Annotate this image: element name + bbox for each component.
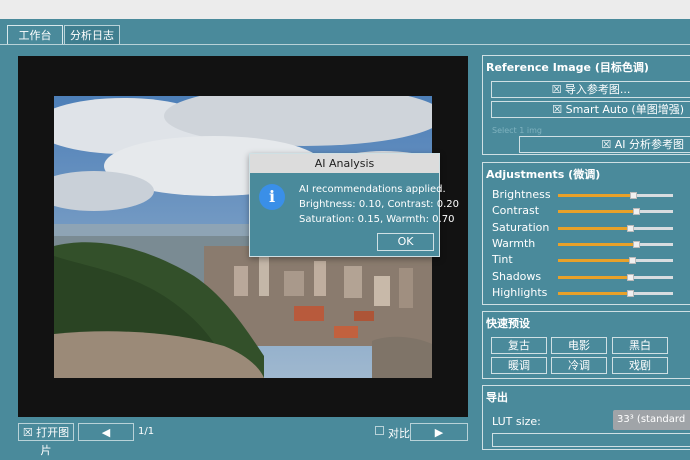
compare-label: 对比 [388, 427, 410, 440]
slider-label-brightness: Brightness [492, 188, 551, 201]
presets-section: 快速预设 复古 电影 黑白 暖调 冷调 戏剧 [482, 311, 690, 379]
slider-remaining-tint [631, 259, 673, 263]
slider-label-tint: Tint [492, 253, 513, 267]
compare-checkbox[interactable] [375, 426, 384, 435]
dialog-line-3: Saturation: 0.15, Warmth: 0.70 [299, 214, 455, 225]
export-section: 导出 LUT size: 33³ (standard [482, 385, 690, 450]
preset-cool-button[interactable]: 冷调 [551, 357, 607, 374]
preset-warm-button[interactable]: 暖调 [491, 357, 547, 374]
window-top-strip [0, 0, 690, 19]
slider-remaining-shadows [630, 275, 673, 279]
smart-auto-button[interactable]: ☒ Smart Auto (单图增强) [491, 101, 690, 118]
slider-remaining-saturation [630, 226, 673, 230]
adjustments-section: Adjustments (微调) Brightness Contrast Satur… [482, 162, 690, 305]
slider-handle-highlights[interactable] [627, 289, 635, 297]
info-icon: i [259, 184, 285, 210]
tab-divider [0, 44, 690, 45]
reference-title: Reference Image (目标色调) [486, 61, 649, 74]
preset-cinematic-button[interactable]: 电影 [551, 337, 607, 354]
dialog-title: AI Analysis [250, 154, 439, 173]
dialog-line-2: Brightness: 0.10, Contrast: 0.20 [299, 199, 459, 210]
next-button[interactable]: ▶ [410, 423, 468, 441]
tab-workbench[interactable]: 工作台 [7, 25, 63, 44]
reference-section: Reference Image (目标色调) ☒ 导入参考图... ☒ Smar… [482, 55, 690, 155]
export-field[interactable] [492, 433, 690, 447]
slider-label-highlights: Highlights [492, 285, 548, 299]
slider-remaining-highlights [630, 291, 673, 295]
tab-analysis-log[interactable]: 分析日志 [64, 25, 120, 44]
slider-label-saturation: Saturation [492, 220, 550, 234]
dialog-line-1: AI recommendations applied. [299, 184, 446, 195]
ai-analyze-reference-button[interactable]: ☒ AI 分析参考图 [519, 136, 690, 153]
adjustments-title: Adjustments (微调) [486, 168, 601, 181]
slider-remaining-brightness [632, 194, 673, 197]
slider-handle-contrast[interactable] [633, 208, 641, 216]
preset-dramatic-button[interactable]: 戏剧 [612, 357, 668, 374]
tab-bar: 工作台 分析日志 [0, 19, 690, 45]
slider-handle-shadows[interactable] [627, 273, 635, 281]
slider-label-contrast: Contrast [492, 204, 540, 218]
dialog-message: AI recommendations applied. Brightness: … [299, 182, 459, 227]
slider-remaining-contrast [636, 210, 673, 214]
previous-button[interactable]: ◀ [78, 423, 134, 441]
slider-handle-tint[interactable] [628, 257, 636, 265]
preset-vintage-button[interactable]: 复古 [491, 337, 547, 354]
ai-analysis-dialog: AI Analysis i AI recommendations applied… [249, 153, 459, 257]
slider-handle-warmth[interactable] [633, 240, 641, 248]
slider-handle-brightness[interactable] [629, 192, 637, 199]
presets-title: 快速预设 [486, 317, 530, 330]
import-reference-button[interactable]: ☒ 导入参考图... [491, 81, 690, 98]
reference-placeholder: Select 1 img [492, 126, 542, 135]
preset-bw-button[interactable]: 黑白 [612, 337, 668, 354]
slider-handle-saturation[interactable] [627, 224, 635, 232]
slider-label-shadows: Shadows [492, 269, 542, 283]
lut-size-label: LUT size: [492, 415, 541, 428]
ok-button[interactable]: OK [377, 233, 434, 251]
lut-size-select[interactable]: 33³ (standard [613, 410, 690, 430]
open-image-button[interactable]: ☒ 打开图片 [18, 423, 74, 457]
export-title: 导出 [486, 391, 508, 404]
slider-remaining-warmth [636, 242, 673, 246]
slider-label-warmth: Warmth [492, 236, 536, 250]
page-indicator: 1/1 [138, 426, 155, 437]
